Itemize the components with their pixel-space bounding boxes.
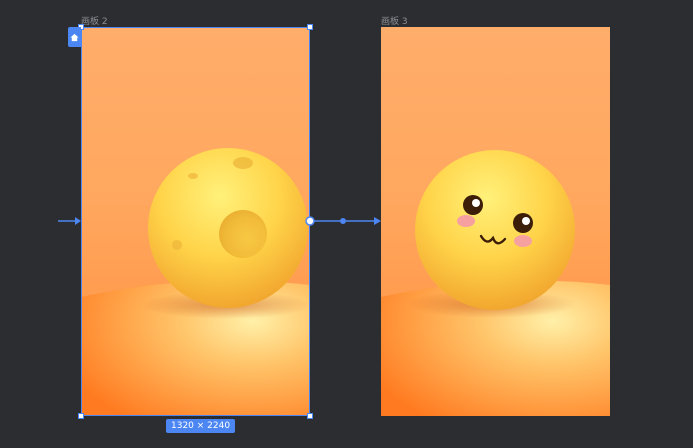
prototype-connectors	[58, 216, 381, 226]
outgoing-connector[interactable]	[305, 216, 381, 226]
incoming-connector	[58, 217, 81, 225]
